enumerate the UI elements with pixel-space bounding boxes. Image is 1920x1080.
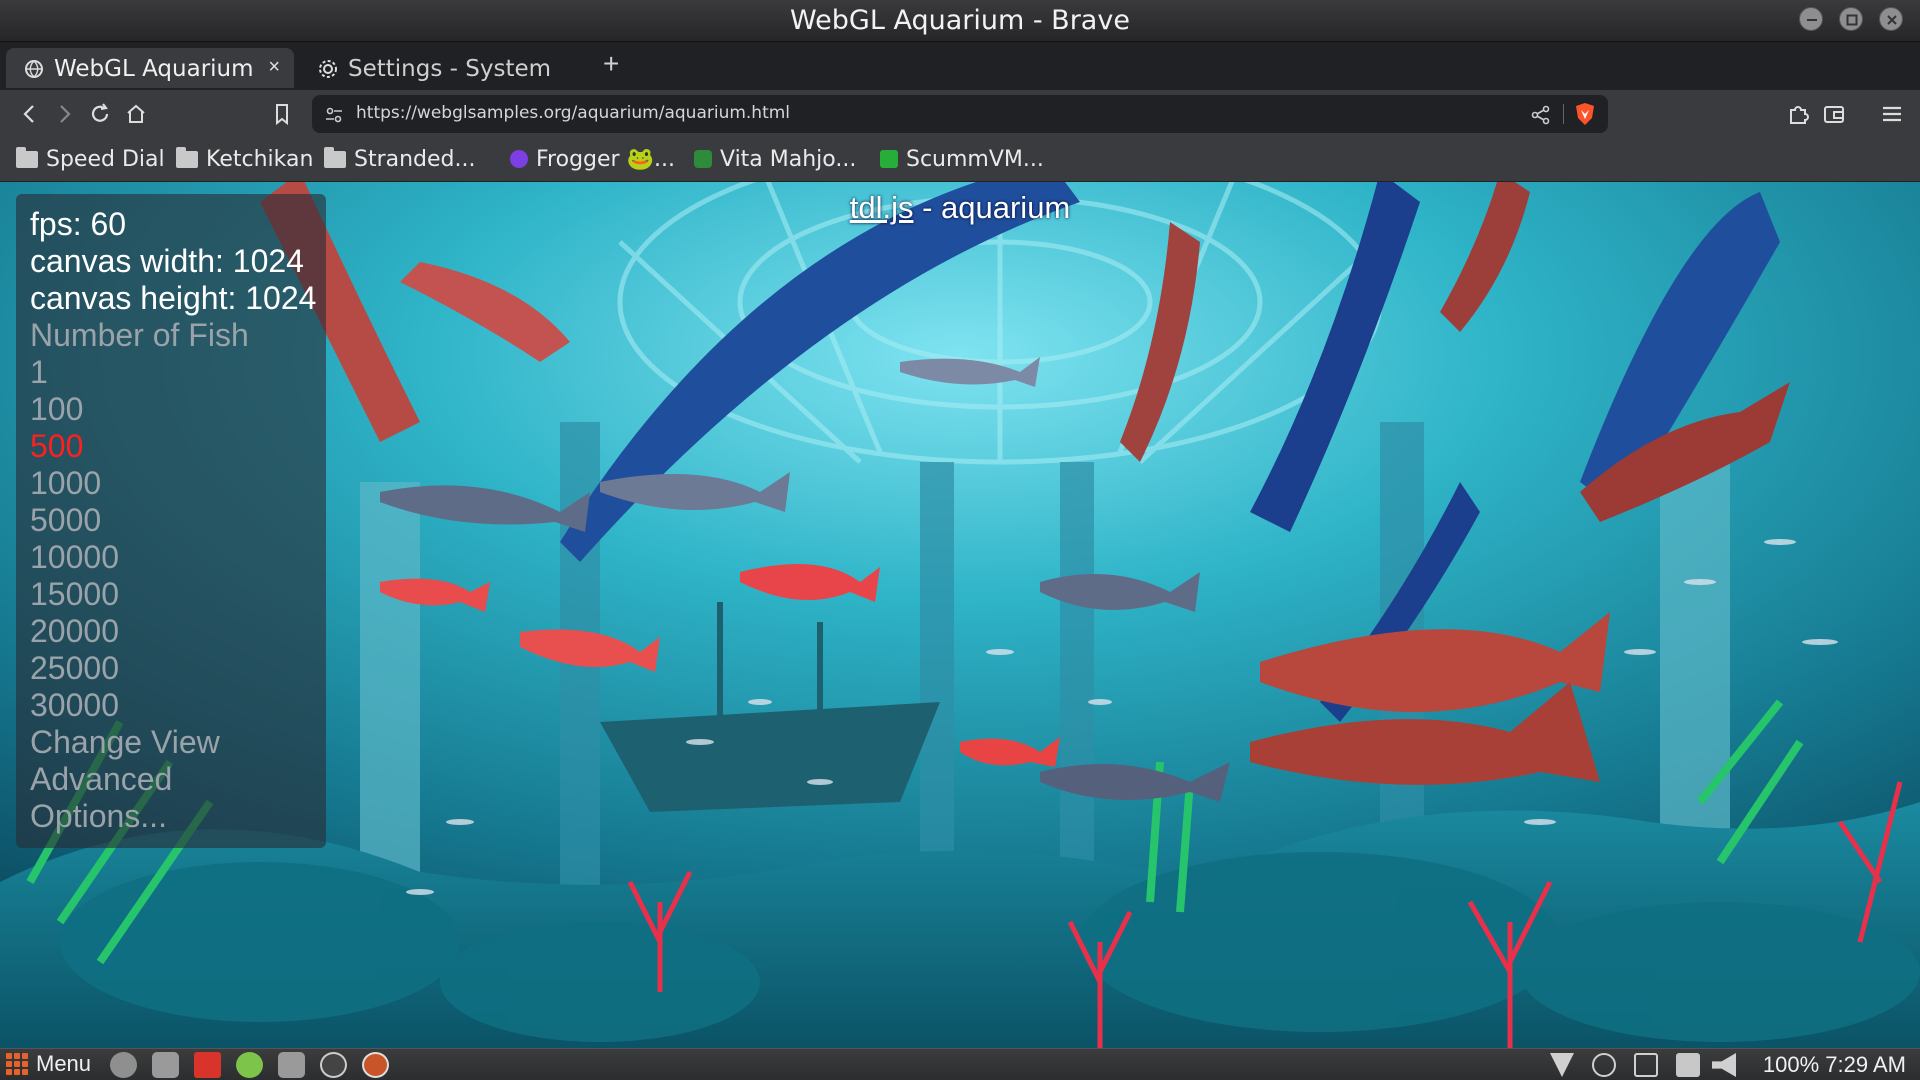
share-icon[interactable] [1530,104,1552,126]
maximize-icon [1846,14,1858,26]
volume-icon[interactable] [1712,1053,1736,1077]
fish-count-option[interactable]: 100 [30,391,326,428]
title-suffix: - aquarium [913,190,1071,225]
folder-icon [16,146,38,168]
close-window-button[interactable] [1879,7,1903,31]
fish-count-option[interactable]: 5000 [30,502,326,539]
screenshot-tool-icon[interactable] [278,1052,305,1078]
bookmark-label: Ketchikan [206,146,314,172]
clipboard-icon[interactable] [1634,1053,1658,1077]
tab-strip: WebGL Aquarium × Settings - System + [0,42,1920,90]
show-desktop-icon[interactable] [110,1052,137,1078]
network-icon[interactable] [1550,1053,1574,1077]
folder-icon [324,146,346,168]
tab-label: Settings - System [348,56,552,82]
close-icon [1887,15,1897,25]
tab-label: WebGL Aquarium [54,56,254,82]
url-divider [1563,104,1564,124]
mahjong-favicon [694,150,712,168]
page-content: tdl.js - aquarium fps: 60 canvas width: … [0,182,1920,1048]
bookmark-ketchikan[interactable]: Ketchikan [176,144,313,174]
terminal-icon[interactable] [320,1052,347,1078]
canvas-height-readout: canvas height: 1024 [30,280,317,316]
fish-count-option[interactable]: 1000 [30,465,326,502]
url-text[interactable]: https://webglsamples.org/aquarium/aquari… [356,103,790,123]
home-icon[interactable] [122,100,150,128]
bookmark-stranded[interactable]: Stranded... [324,144,476,174]
window-titlebar: WebGL Aquarium - Brave [0,0,1920,42]
tab-settings-system[interactable]: Settings - System [300,48,590,88]
taskbar: Menu 100% 7:29 AM [0,1048,1920,1080]
options-button[interactable]: Options... [30,798,326,835]
purple-circle-favicon [510,150,528,168]
minimize-icon [1807,19,1817,21]
forward-arrow-icon[interactable] [50,100,78,128]
hamburger-menu-icon[interactable] [1878,100,1906,128]
bookmark-frogger[interactable]: Frogger 🐸... [510,144,675,174]
tab-close-button[interactable]: × [268,56,280,79]
bookmark-label: ScummVM... [906,146,1044,172]
bookmark-vita-mahjong[interactable]: Vita Mahjo... [694,144,856,174]
new-tab-button[interactable]: + [603,48,619,80]
update-manager-icon[interactable] [1592,1053,1616,1077]
tab-webgl-aquarium[interactable]: WebGL Aquarium × [6,48,294,88]
bookmark-label: Speed Dial [46,146,165,172]
browser-toolbar: https://webglsamples.org/aquarium/aquari… [0,90,1920,138]
reload-icon[interactable] [86,100,114,128]
fish-count-option[interactable]: 15000 [30,576,326,613]
tray-status[interactable]: 100% 7:29 AM [1763,1052,1906,1078]
fish-count-option[interactable]: 1 [30,354,326,391]
menu-grid-icon [6,1053,28,1075]
text-editor-icon[interactable] [194,1052,221,1078]
start-menu-button[interactable]: Menu [6,1051,91,1077]
fps-readout: fps: 60 [30,206,127,242]
bookmark-label: Vita Mahjo... [720,146,857,172]
canvas-width-readout: canvas width: 1024 [30,243,304,279]
scummvm-favicon [880,150,898,168]
brave-shields-icon[interactable] [1574,102,1596,126]
folder-icon [176,146,198,168]
printer-icon[interactable] [1676,1053,1700,1077]
fish-count-option[interactable]: 20000 [30,613,326,650]
site-settings-icon[interactable] [324,105,344,125]
minimize-button[interactable] [1799,7,1823,31]
globe-icon [25,60,43,78]
file-manager-icon[interactable] [152,1052,179,1078]
software-manager-icon[interactable] [236,1052,263,1078]
back-arrow-icon[interactable] [16,100,44,128]
bookmarks-bar: Speed Dial Ketchikan Stranded... Frogger… [0,138,1920,182]
menu-label: Menu [36,1051,92,1076]
extensions-icon[interactable] [1784,100,1812,128]
gear-icon [319,60,337,78]
battery-percent: 100% [1762,1052,1820,1077]
clock[interactable]: 7:29 AM [1825,1052,1906,1077]
number-of-fish-label: Number of Fish [30,317,249,353]
tdljs-link[interactable]: tdl.js [850,190,914,225]
window-title: WebGL Aquarium - Brave [790,5,1130,36]
controls-panel: fps: 60 canvas width: 1024 canvas height… [16,194,326,848]
fish-count-option[interactable]: 25000 [30,650,326,687]
advanced-button[interactable]: Advanced [30,761,326,798]
fish-count-option[interactable]: 500 [30,428,326,465]
maximize-button[interactable] [1839,7,1863,31]
fish-count-options: 1 100 500 1000 5000 10000 15000 20000 25000 30000 [30,354,326,724]
change-view-button[interactable]: Change View [30,724,326,761]
bookmark-label: Stranded... [354,146,476,172]
bookmark-label: Frogger 🐸... [536,146,675,172]
address-bar[interactable]: https://webglsamples.org/aquarium/aquari… [312,95,1608,133]
fish-count-option[interactable]: 10000 [30,539,326,576]
fish-count-option[interactable]: 30000 [30,687,326,724]
bookmark-speed-dial[interactable]: Speed Dial [16,144,165,174]
bookmark-icon[interactable] [268,100,296,128]
wallet-icon[interactable] [1820,100,1848,128]
bookmark-scummvm[interactable]: ScummVM... [880,144,1044,174]
brave-taskbar-icon[interactable] [362,1052,389,1078]
